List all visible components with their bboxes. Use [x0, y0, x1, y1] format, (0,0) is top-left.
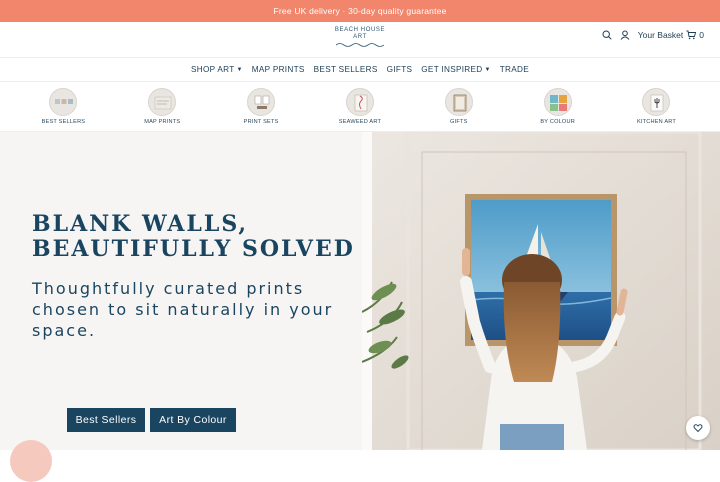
logo-line-1: BEACH HOUSE: [334, 27, 386, 33]
best-sellers-button[interactable]: Best Sellers: [67, 408, 145, 432]
hero-title: BLANK WALLS, BEAUTIFULLY SOLVED: [32, 212, 355, 262]
basket-link[interactable]: Your Basket 0: [638, 30, 704, 40]
promo-bar: Free UK delivery · 30-day quality guaran…: [0, 0, 720, 22]
category-thumbnail: [543, 88, 572, 116]
category-seaweed-art[interactable]: SEAWEED ART: [320, 88, 400, 125]
logo-wave-icon: [336, 43, 384, 47]
logo-line-2: ART: [353, 34, 367, 40]
category-label: PRINT SETS: [243, 119, 279, 125]
nav-item-get-inspired[interactable]: GET INSPIRED ▼: [421, 65, 490, 74]
category-thumbnail: [345, 88, 374, 116]
hero-banner: BLANK WALLS, BEAUTIFULLY SOLVED Thoughtf…: [0, 132, 720, 482]
category-label: KITCHEN ART: [636, 119, 677, 125]
account-icon[interactable]: [620, 30, 630, 40]
site-header: BEACH HOUSE ART Your Basket 0: [0, 22, 720, 58]
category-label: MAP PRINTS: [144, 119, 181, 125]
category-kitchen-art[interactable]: KITCHEN ART: [616, 88, 696, 125]
nav-item-map-prints[interactable]: MAP PRINTS: [252, 65, 305, 74]
category-thumbnail: [49, 88, 78, 116]
art-by-colour-button[interactable]: Art By Colour: [150, 408, 236, 432]
category-map-prints[interactable]: MAP PRINTS: [122, 88, 202, 125]
basket-count: 0: [699, 30, 704, 40]
search-icon[interactable]: [602, 30, 612, 40]
main-nav: SHOP ART ▼ MAP PRINTS BEST SELLERS GIFTS …: [0, 58, 720, 82]
hero-title-line-2: BEAUTIFULLY SOLVED: [32, 236, 355, 262]
nav-label: MAP PRINTS: [251, 65, 305, 74]
nav-item-trade[interactable]: TRADE: [500, 65, 529, 74]
hero-photo-illustration: [362, 132, 720, 450]
category-by-colour[interactable]: BY COLOUR: [518, 88, 598, 125]
hero-text-panel: BLANK WALLS, BEAUTIFULLY SOLVED Thoughtf…: [0, 132, 362, 482]
category-gifts[interactable]: GIFTS: [419, 88, 499, 125]
category-label: SEAWEED ART: [338, 119, 382, 125]
nav-label: BEST SELLERS: [313, 65, 378, 74]
nav-label: SHOP ART: [191, 65, 235, 74]
chat-heart-icon: [693, 424, 703, 433]
category-strip: BEST SELLERS MAP PRINTS PRINT SETS SEAWE…: [0, 82, 720, 132]
chevron-down-icon: ▼: [236, 66, 243, 73]
category-best-sellers[interactable]: BEST SELLERS: [23, 88, 103, 125]
hero-title-line-1: BLANK WALLS,: [32, 211, 249, 237]
nav-label: GET INSPIRED: [421, 65, 483, 74]
nav-label: TRADE: [499, 65, 529, 74]
category-thumbnail: [247, 88, 276, 116]
site-logo[interactable]: BEACH HOUSE ART: [335, 27, 385, 47]
category-label: BEST SELLERS: [41, 119, 86, 125]
basket-label: Your Basket: [637, 30, 684, 40]
decorative-circle: [10, 440, 52, 482]
category-thumbnail: [148, 88, 177, 116]
category-thumbnail: [642, 88, 671, 116]
category-label: BY COLOUR: [540, 119, 575, 125]
hero-subtitle: Thoughtfully curated prints chosen to si…: [32, 279, 334, 340]
category-label: GIFTS: [450, 119, 468, 125]
nav-item-shop-art[interactable]: SHOP ART ▼: [191, 65, 243, 74]
chat-button[interactable]: [686, 416, 710, 440]
nav-label: GIFTS: [386, 65, 413, 74]
category-print-sets[interactable]: PRINT SETS: [221, 88, 301, 125]
promo-text: Free UK delivery · 30-day quality guaran…: [273, 6, 447, 16]
chevron-down-icon: ▼: [484, 66, 491, 73]
nav-item-gifts[interactable]: GIFTS: [387, 65, 413, 74]
hero-image: [362, 132, 720, 450]
basket-icon: [686, 30, 697, 40]
nav-item-best-sellers[interactable]: BEST SELLERS: [314, 65, 378, 74]
category-thumbnail: [444, 88, 473, 116]
